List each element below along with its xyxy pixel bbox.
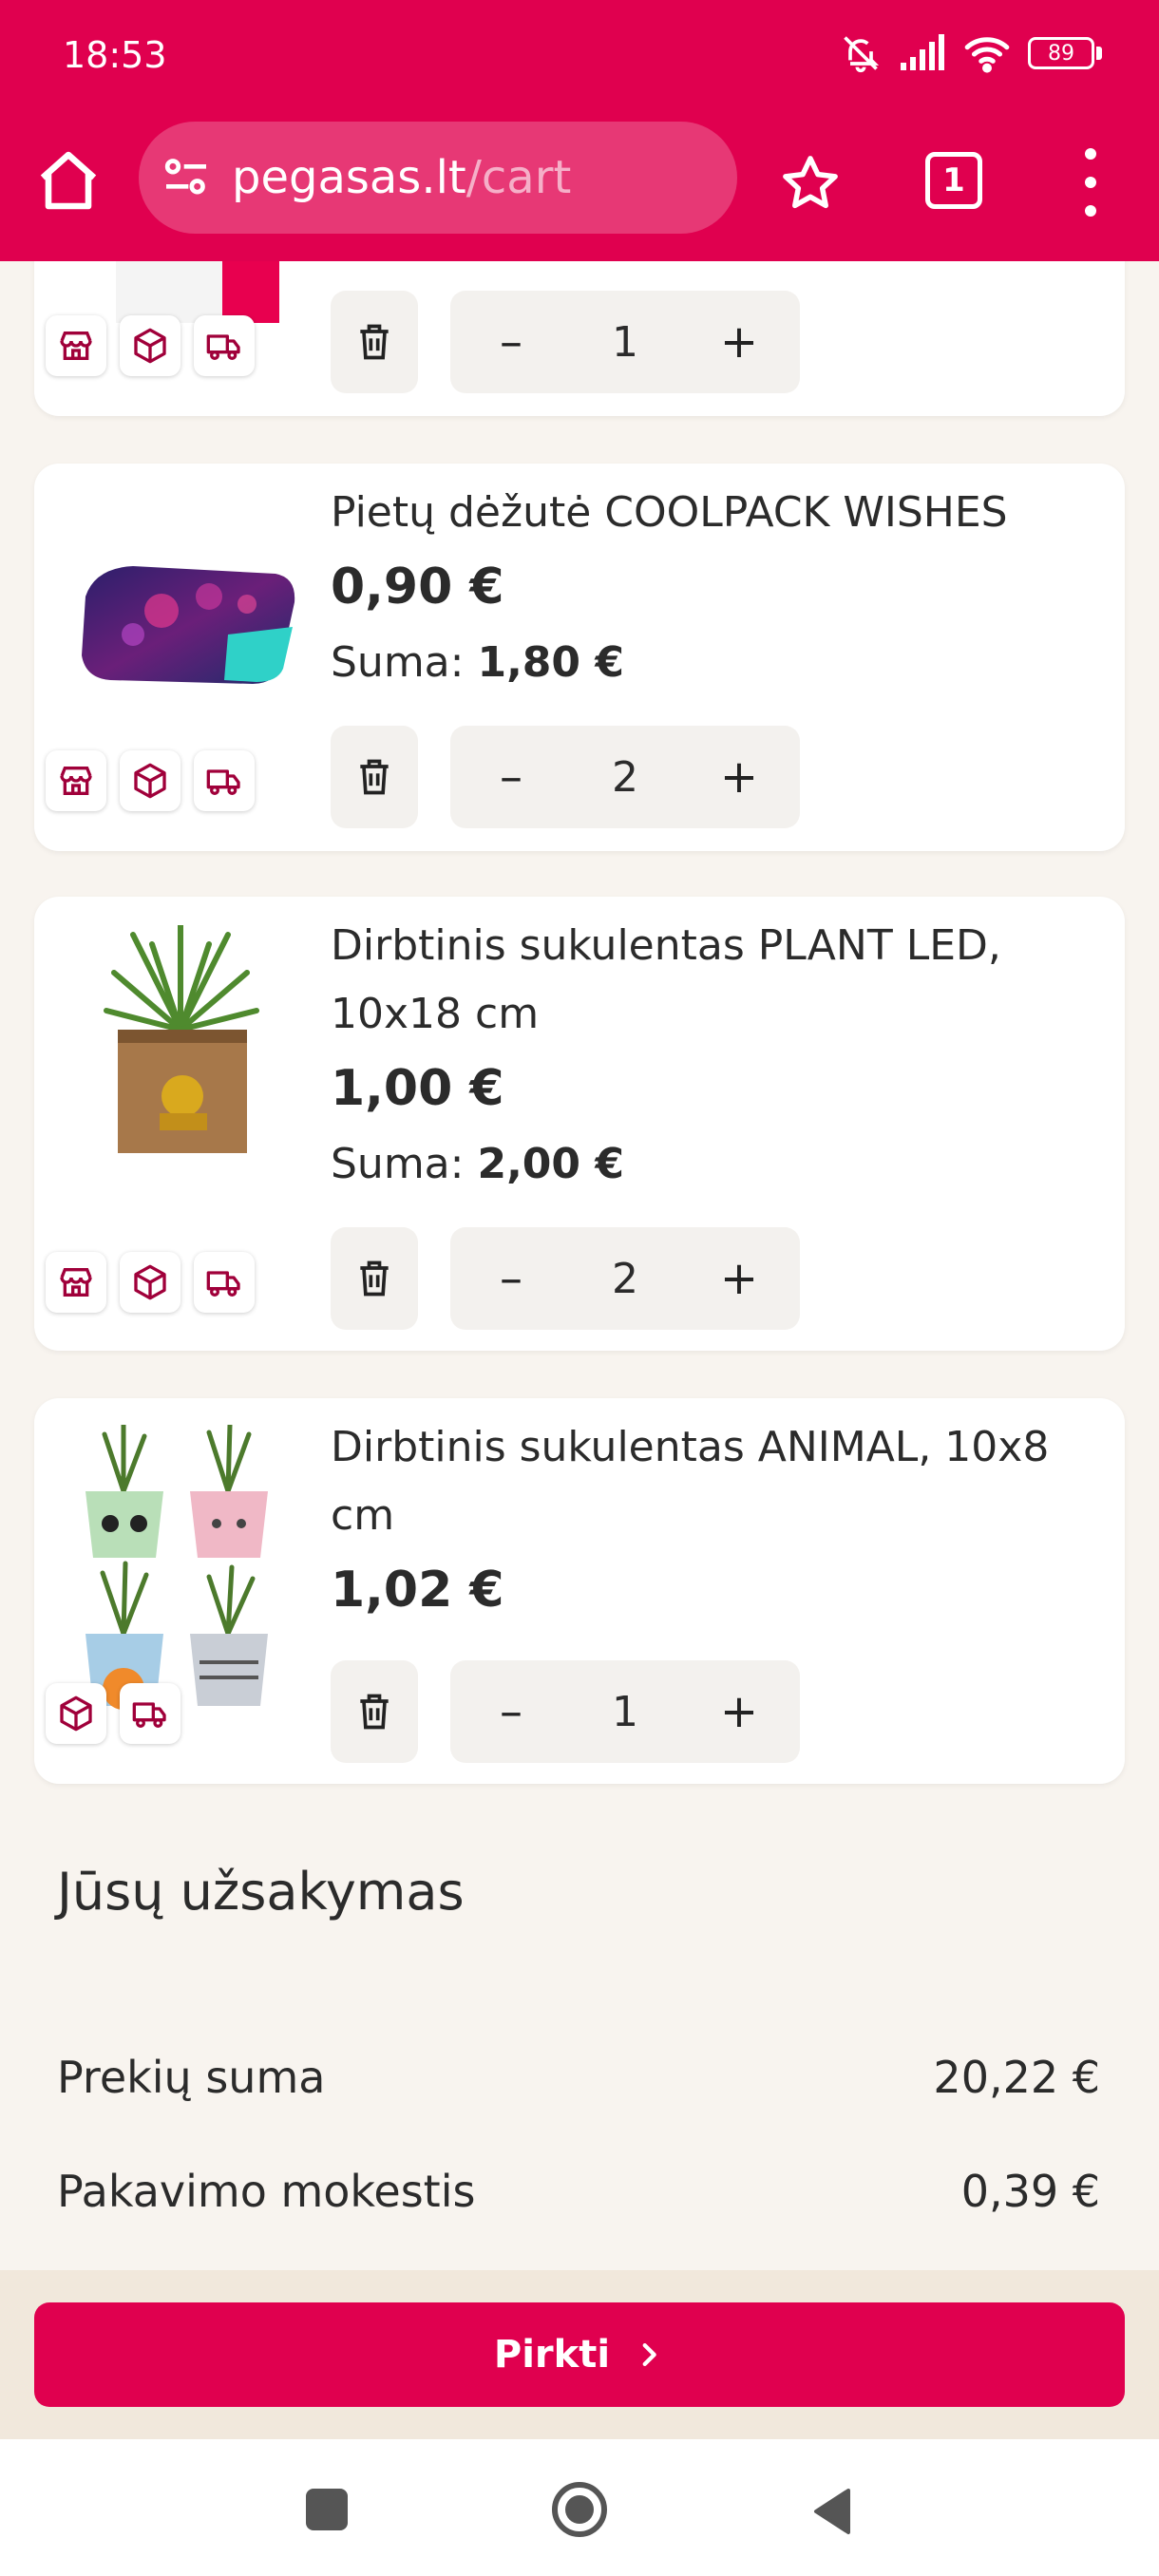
home-nav-button[interactable] xyxy=(551,2481,608,2538)
chevron-right-icon xyxy=(642,2342,656,2367)
trash-icon xyxy=(360,324,389,360)
product-price: 1,02 € xyxy=(331,1562,504,1619)
product-image xyxy=(57,521,304,710)
url-text: pegasas.lt/cart xyxy=(232,151,571,204)
quantity-value: 2 xyxy=(612,1254,638,1303)
trash-icon xyxy=(360,759,389,795)
trash-icon xyxy=(360,1260,389,1297)
cart-item: Dirbtinis sukulentas PLANT LED, 10x18 cm… xyxy=(34,897,1125,1351)
remove-item-button[interactable] xyxy=(331,726,418,828)
buy-button-label: Pirkti xyxy=(493,2333,611,2377)
trash-icon xyxy=(360,1694,389,1730)
decrease-quantity-button[interactable]: – xyxy=(473,739,549,815)
cart-item: Dirbtinis sukulentas ANIMAL, 10x8 cm 1,0… xyxy=(34,1398,1125,1784)
product-price: 1,00 € xyxy=(331,1060,504,1117)
buy-button[interactable]: Pirkti xyxy=(34,2302,1125,2407)
order-summary-title: Jūsų užsakymas xyxy=(57,1862,465,1922)
quantity-stepper: – 1 + xyxy=(450,1660,800,1763)
truck-icon xyxy=(194,1252,255,1313)
product-price: 0,90 € xyxy=(331,559,504,616)
summary-value: 0,39 € xyxy=(960,2166,1100,2217)
sum-value: 1,80 € xyxy=(477,638,624,687)
quantity-stepper: – 2 + xyxy=(450,726,800,828)
quantity-value: 1 xyxy=(612,317,638,367)
checkout-bar: Pirkti xyxy=(0,2270,1159,2439)
increase-quantity-button[interactable]: + xyxy=(701,739,777,815)
remove-item-button[interactable] xyxy=(331,1227,418,1330)
product-name[interactable]: Pietų dėžutė COOLPACK WISHES xyxy=(331,479,1091,547)
quantity-stepper: – 2 + xyxy=(450,1227,800,1330)
product-name[interactable]: Dirbtinis sukulentas PLANT LED, 10x18 cm xyxy=(331,912,1091,1049)
availability-badges xyxy=(46,315,255,376)
availability-badges xyxy=(46,750,255,811)
summary-row: Prekių suma 20,22 € xyxy=(57,2052,1100,2103)
decrease-quantity-button[interactable]: – xyxy=(473,1241,549,1316)
decrease-quantity-button[interactable]: – xyxy=(473,304,549,380)
home-icon[interactable] xyxy=(34,146,103,215)
increase-quantity-button[interactable]: + xyxy=(701,1241,777,1316)
back-button[interactable] xyxy=(809,2487,853,2536)
url-host: pegasas.lt xyxy=(232,151,466,204)
wifi-icon xyxy=(964,37,1010,73)
star-icon[interactable] xyxy=(779,152,842,215)
product-sum: Suma: 1,80 € xyxy=(331,638,624,687)
tabs-icon[interactable]: 1 xyxy=(925,152,982,209)
availability-badges xyxy=(46,1252,255,1313)
store-icon xyxy=(46,750,106,811)
store-icon xyxy=(46,315,106,376)
store-icon xyxy=(46,1252,106,1313)
battery-level: 89 xyxy=(1028,37,1094,69)
truck-icon xyxy=(120,1683,180,1744)
decrease-quantity-button[interactable]: – xyxy=(473,1674,549,1750)
summary-label: Prekių suma xyxy=(57,2052,326,2103)
box-icon xyxy=(120,750,180,811)
quantity-value: 1 xyxy=(612,1687,638,1736)
sum-label: Suma: xyxy=(331,1140,465,1188)
url-row: pegasas.lt/cart 1 xyxy=(0,114,1159,247)
battery-icon: 89 xyxy=(1028,37,1102,69)
remove-item-button[interactable] xyxy=(331,291,418,393)
truck-icon xyxy=(194,315,255,376)
tab-count: 1 xyxy=(942,161,965,199)
summary-label: Pakavimo mokestis xyxy=(57,2166,476,2217)
sum-value: 2,00 € xyxy=(477,1140,624,1188)
summary-row: Pakavimo mokestis 0,39 € xyxy=(57,2166,1100,2217)
status-bar: 18:53 89 xyxy=(0,0,1159,112)
url-path: /cart xyxy=(466,151,572,204)
availability-badges xyxy=(46,1683,180,1744)
product-image xyxy=(57,925,304,1153)
recents-button[interactable] xyxy=(306,2489,348,2530)
browser-top-bar: 18:53 89 pegasas.lt/cart 1 xyxy=(0,0,1159,261)
box-icon xyxy=(120,315,180,376)
more-icon[interactable] xyxy=(1072,148,1110,217)
quantity-value: 2 xyxy=(612,752,638,802)
increase-quantity-button[interactable]: + xyxy=(701,1674,777,1750)
mute-bell-icon xyxy=(844,36,880,73)
truck-icon xyxy=(194,750,255,811)
box-icon xyxy=(120,1252,180,1313)
site-settings-icon[interactable] xyxy=(160,151,213,204)
increase-quantity-button[interactable]: + xyxy=(701,304,777,380)
summary-value: 20,22 € xyxy=(933,2052,1100,2103)
signal-icon xyxy=(901,34,944,70)
sum-label: Suma: xyxy=(331,638,465,687)
status-icons: 89 xyxy=(840,32,1102,74)
remove-item-button[interactable] xyxy=(331,1660,418,1763)
cart-item: Pietų dėžutė COOLPACK WISHES 0,90 € Suma… xyxy=(34,464,1125,851)
system-nav-bar xyxy=(0,2439,1159,2576)
quantity-stepper: – 1 + xyxy=(450,291,800,393)
product-sum: Suma: 2,00 € xyxy=(331,1140,624,1188)
product-name[interactable]: Dirbtinis sukulentas ANIMAL, 10x8 cm xyxy=(331,1413,1091,1550)
address-bar[interactable]: pegasas.lt/cart xyxy=(139,122,737,234)
status-time: 18:53 xyxy=(63,34,167,76)
box-icon xyxy=(46,1683,106,1744)
